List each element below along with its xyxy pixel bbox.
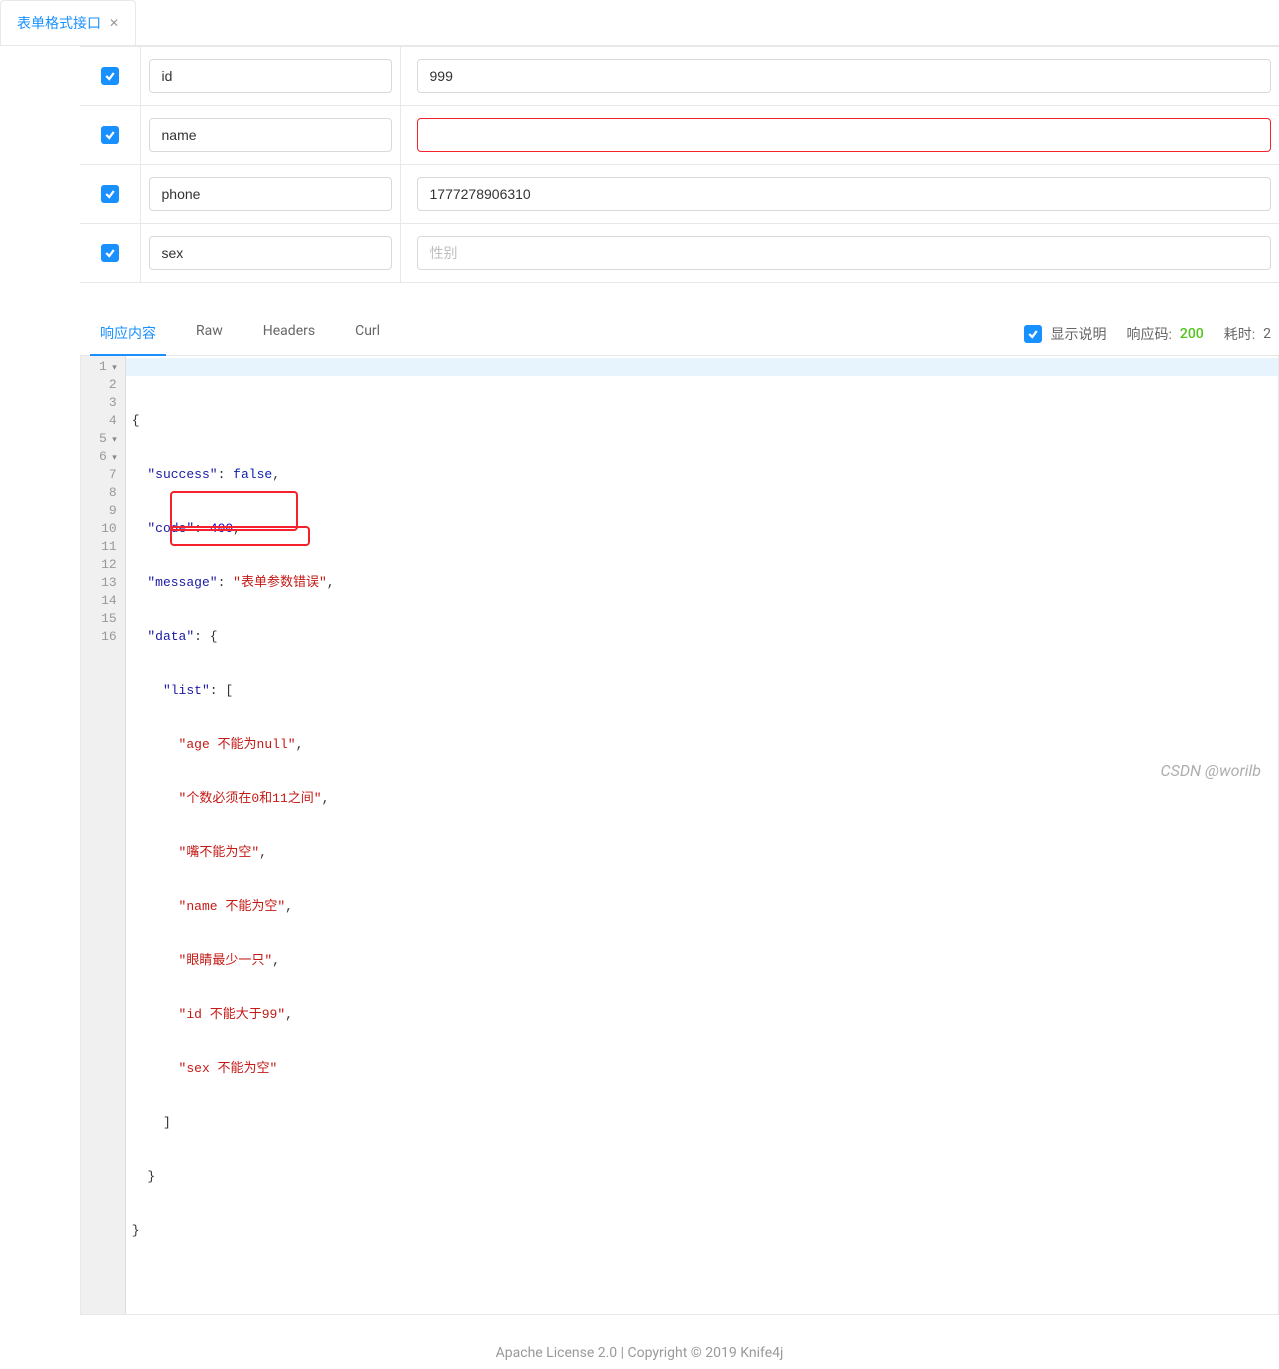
checkbox-show-desc[interactable]	[1024, 325, 1042, 343]
close-icon[interactable]: ✕	[109, 16, 119, 30]
param-value-input[interactable]	[417, 177, 1272, 211]
table-row	[80, 165, 1279, 224]
tab-headers[interactable]: Headers	[263, 313, 315, 355]
tab-raw[interactable]: Raw	[196, 313, 223, 355]
checkbox[interactable]	[101, 244, 119, 262]
checkbox[interactable]	[101, 126, 119, 144]
footer-text: Apache License 2.0 | Copyright © 2019 Kn…	[0, 1315, 1279, 1369]
checkbox[interactable]	[101, 185, 119, 203]
tab-response-content[interactable]: 响应内容	[100, 313, 156, 355]
param-key-input[interactable]	[149, 236, 392, 270]
param-value-input[interactable]	[417, 236, 1272, 270]
line-gutter: 12345678910111213141516	[81, 356, 126, 1314]
param-value-input[interactable]	[417, 59, 1272, 93]
params-table	[80, 46, 1279, 283]
tab-label: 表单格式接口	[17, 13, 101, 33]
tab-form-interface[interactable]: 表单格式接口 ✕	[0, 0, 136, 45]
resp-code-value: 200	[1180, 326, 1204, 342]
checkbox[interactable]	[101, 67, 119, 85]
param-key-input[interactable]	[149, 59, 392, 93]
resp-code-label: 响应码:	[1126, 324, 1171, 344]
resp-time-label: 耗时:	[1224, 324, 1255, 344]
code-body[interactable]: { "success": false, "code": 400, "messag…	[126, 356, 1278, 1314]
table-row	[80, 224, 1279, 283]
resp-time-value: 2	[1263, 326, 1271, 342]
table-row	[80, 47, 1279, 106]
tab-curl[interactable]: Curl	[355, 313, 380, 355]
table-row	[80, 106, 1279, 165]
response-json-viewer: 12345678910111213141516 { "success": fal…	[80, 356, 1279, 1315]
param-value-input[interactable]	[417, 118, 1272, 152]
param-key-input[interactable]	[149, 177, 392, 211]
param-key-input[interactable]	[149, 118, 392, 152]
show-desc-label: 显示说明	[1050, 324, 1106, 344]
